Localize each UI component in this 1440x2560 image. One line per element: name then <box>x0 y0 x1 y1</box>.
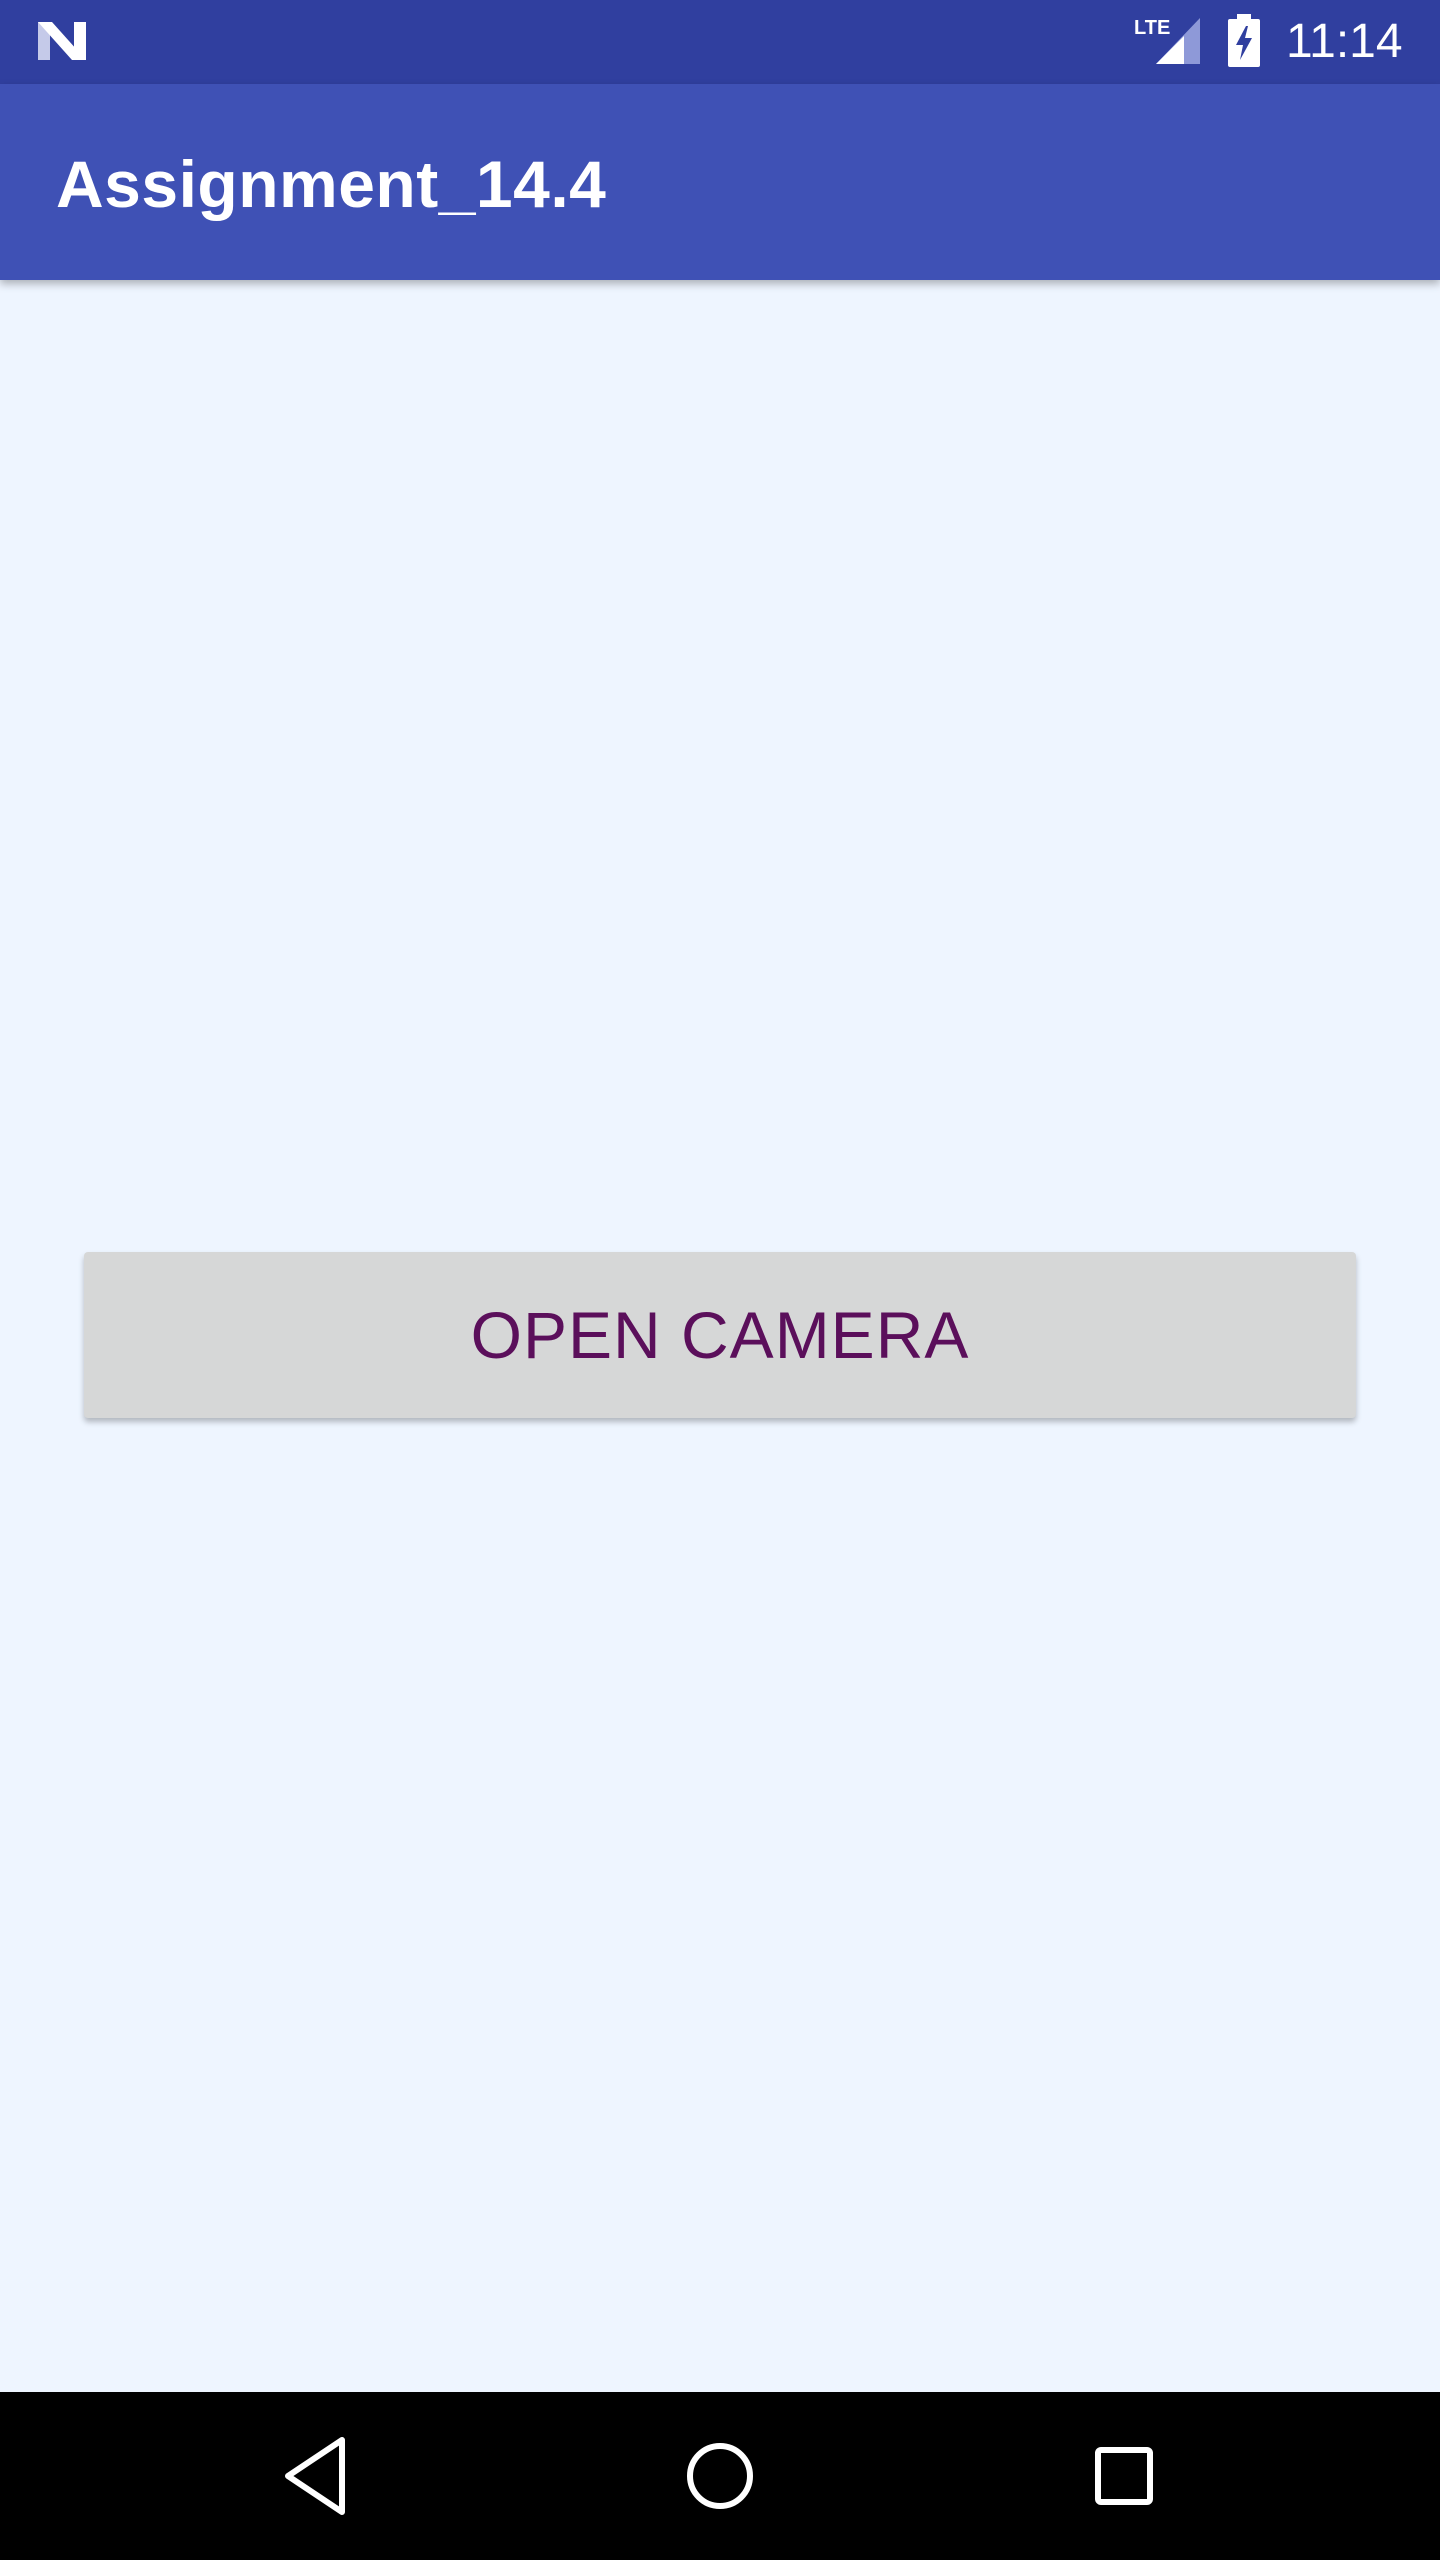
status-bar: LTE 11:14 <box>0 0 1440 84</box>
open-camera-button[interactable]: OPEN CAMERA <box>84 1252 1356 1418</box>
phone-screen: LTE 11:14 Assignment_14.4 OPEN CAMERA <box>0 0 1440 2560</box>
recents-square-icon[interactable] <box>1074 2426 1174 2526</box>
lte-signal-icon: LTE <box>1134 17 1200 64</box>
main-content: OPEN CAMERA <box>0 280 1440 2392</box>
status-time: 11:14 <box>1286 15 1403 68</box>
back-triangle-icon[interactable] <box>266 2426 366 2526</box>
app-title: Assignment_14.4 <box>56 147 607 221</box>
open-camera-label: OPEN CAMERA <box>470 1298 970 1372</box>
android-n-icon <box>38 22 86 60</box>
navigation-bar <box>0 2392 1440 2560</box>
app-bar: Assignment_14.4 <box>0 84 1440 280</box>
battery-charging-icon <box>1228 14 1260 67</box>
network-label: LTE <box>1134 17 1170 39</box>
home-circle-icon[interactable] <box>670 2426 770 2526</box>
